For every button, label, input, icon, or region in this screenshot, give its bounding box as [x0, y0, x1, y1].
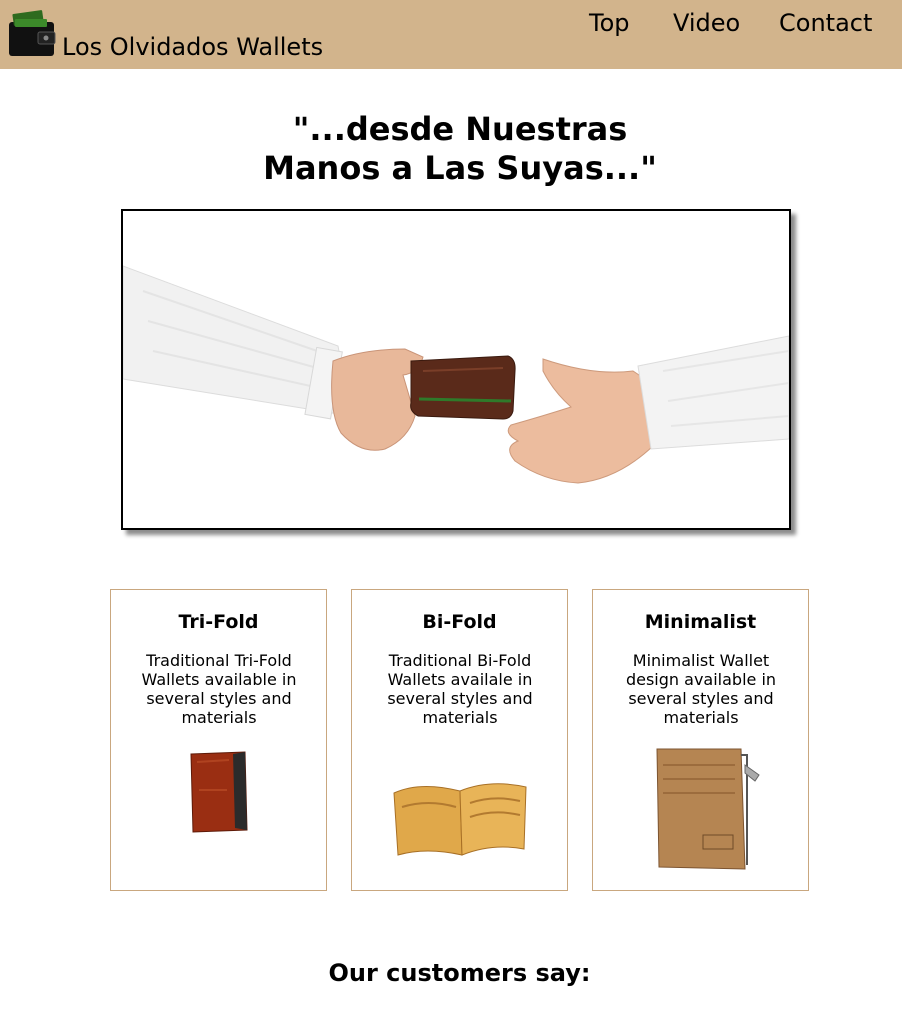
site-header: Los Olvidados Wallets Top Video Contact — [0, 0, 902, 69]
hero-image — [121, 209, 791, 530]
page-tagline: "...desde Nuestras Manos a Las Suyas..." — [200, 110, 720, 188]
product-card-trifold[interactable]: Tri-Fold Traditional Tri-Fold Wallets av… — [110, 589, 327, 891]
wallet-icon[interactable] — [8, 8, 56, 58]
tagline-line-2: Manos a Las Suyas..." — [263, 149, 657, 187]
nav-link-top[interactable]: Top — [589, 9, 630, 37]
product-description: Traditional Tri-Fold Wallets available i… — [141, 651, 297, 727]
product-title: Minimalist — [644, 611, 757, 633]
nav-link-video[interactable]: Video — [673, 9, 740, 37]
product-title: Tri-Fold — [178, 611, 259, 633]
trifold-wallet-photo — [190, 751, 248, 833]
product-card-minimalist[interactable]: Minimalist Minimalist Wallet design avai… — [592, 589, 809, 891]
bifold-wallet-photo — [393, 783, 527, 856]
product-card-bifold[interactable]: Bi-Fold Traditional Bi-Fold Wallets avai… — [351, 589, 568, 891]
brand-name[interactable]: Los Olvidados Wallets — [62, 33, 323, 61]
tagline-line-1: "...desde Nuestras — [292, 110, 628, 148]
minimalist-wallet-photo — [656, 748, 760, 870]
product-description: Minimalist Wallet design available in se… — [625, 651, 777, 727]
hands-exchanging-wallet-illustration — [123, 211, 789, 528]
product-title: Bi-Fold — [422, 611, 497, 633]
testimonials-heading: Our customers say: — [328, 959, 591, 987]
nav-link-contact[interactable]: Contact — [779, 9, 872, 37]
product-description: Traditional Bi-Fold Wallets availale in … — [387, 651, 533, 727]
